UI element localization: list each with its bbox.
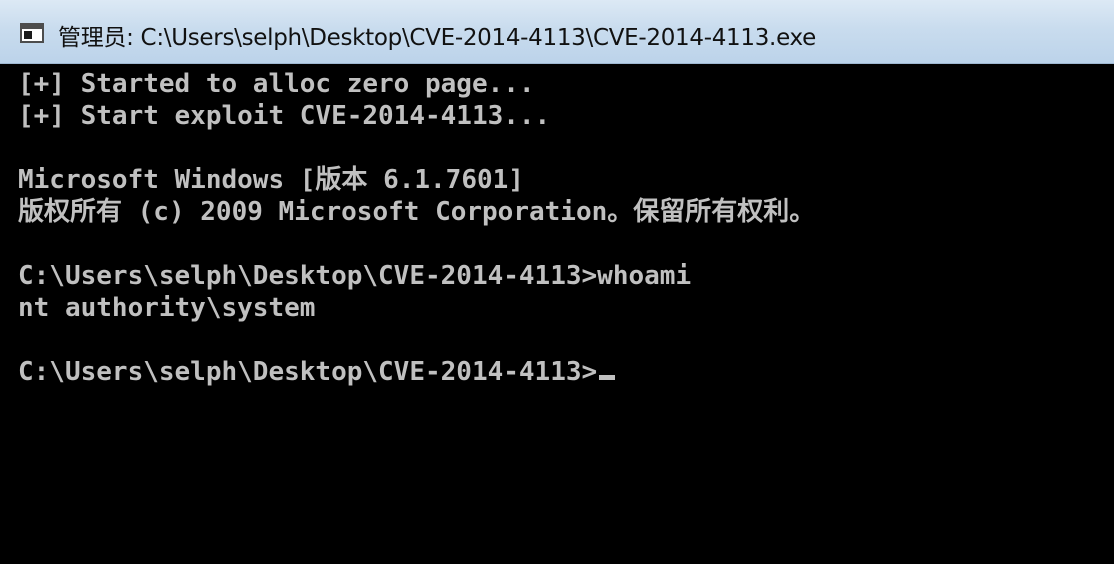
console-line: nt authority\system (18, 293, 316, 323)
title-bar[interactable]: 管理员: C:\Users\selph\Desktop\CVE-2014-411… (0, 0, 1114, 64)
console-window-icon[interactable] (20, 23, 44, 43)
console-window: 管理员: C:\Users\selph\Desktop\CVE-2014-411… (0, 0, 1114, 564)
console-line: C:\Users\selph\Desktop\CVE-2014-4113>who… (18, 261, 692, 291)
prompt-line[interactable]: C:\Users\selph\Desktop\CVE-2014-4113> (18, 356, 616, 388)
text-cursor (599, 375, 616, 380)
console-line: [+] Start exploit CVE-2014-4113... (18, 101, 551, 131)
console-line: [+] Started to alloc zero page... (18, 69, 535, 99)
prompt-text: C:\Users\selph\Desktop\CVE-2014-4113> (18, 357, 598, 387)
console-output[interactable]: [+] Started to alloc zero page... [+] St… (0, 64, 1114, 564)
console-line: Microsoft Windows [版本 6.1.7601] (18, 165, 524, 195)
window-title: 管理员: C:\Users\selph\Desktop\CVE-2014-411… (58, 25, 816, 51)
console-line: 版权所有 (c) 2009 Microsoft Corporation。保留所有… (18, 197, 816, 227)
